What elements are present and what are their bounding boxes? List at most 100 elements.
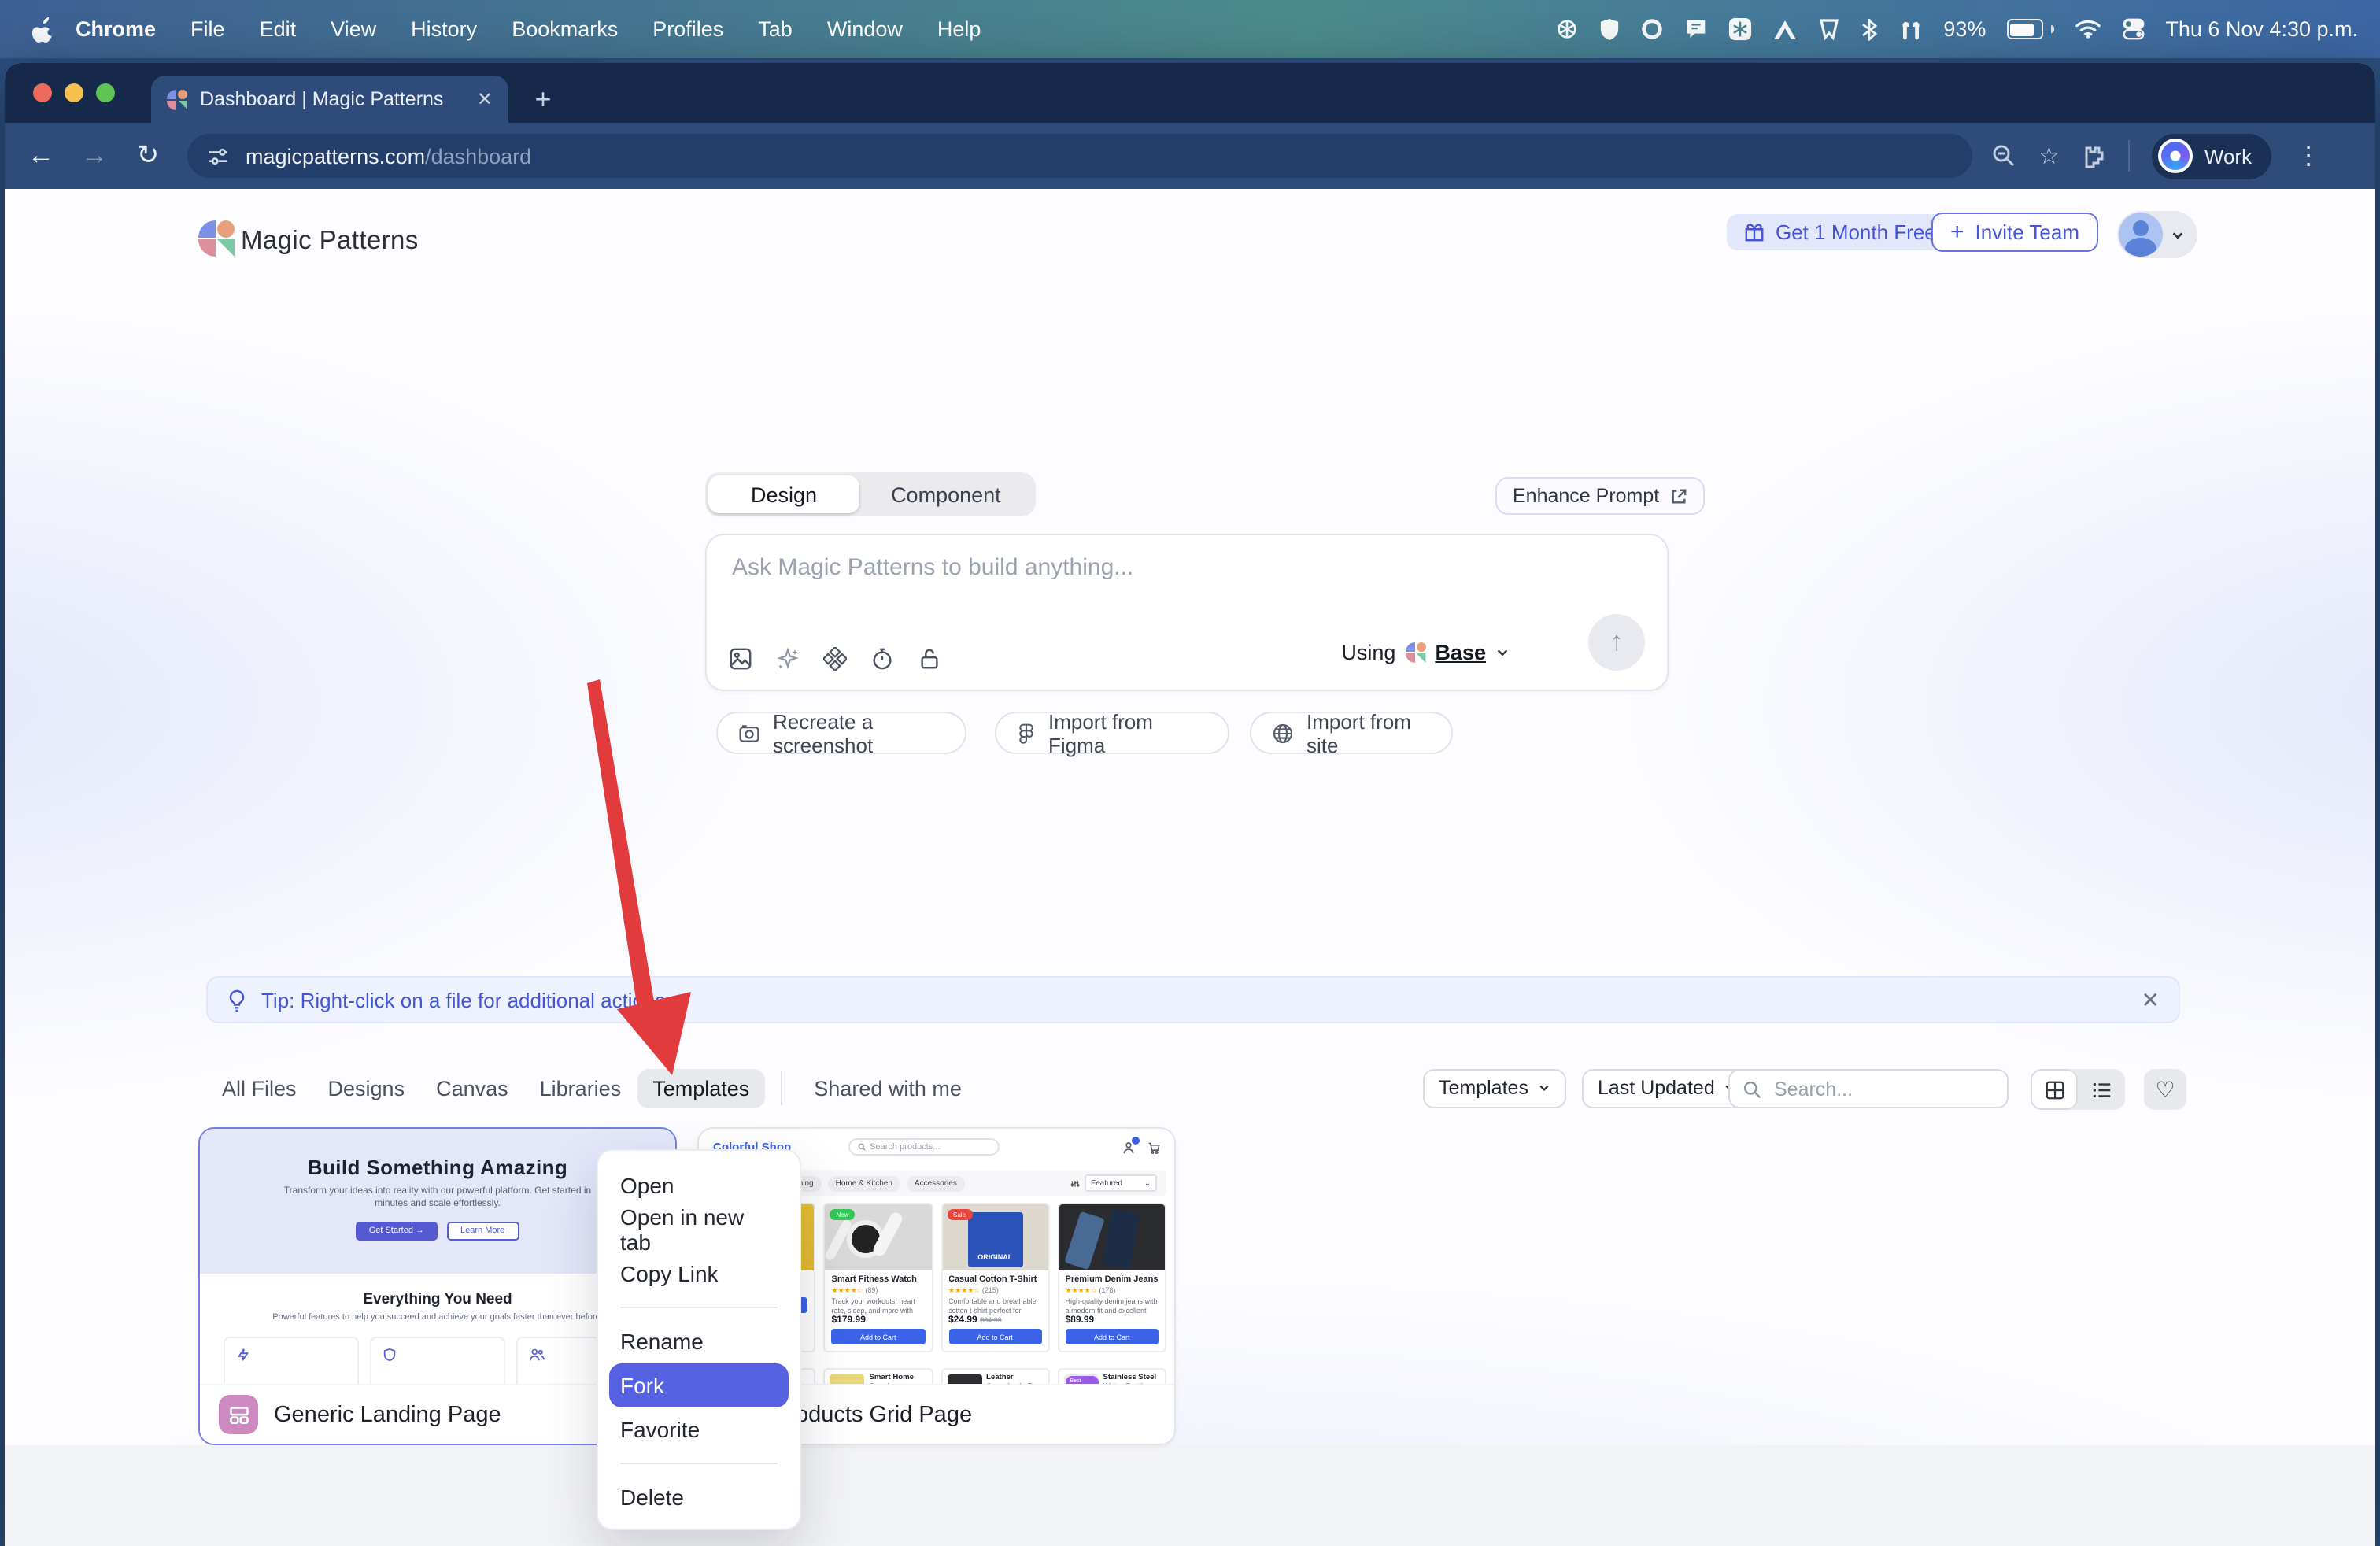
forward-button[interactable]: → xyxy=(68,140,121,172)
site-settings-icon[interactable] xyxy=(206,144,230,168)
type-filter-label: Templates xyxy=(1439,1077,1528,1099)
menu-help[interactable]: Help xyxy=(920,17,999,41)
bluetooth-icon[interactable] xyxy=(1860,17,1877,41)
battery-icon xyxy=(2006,19,2053,39)
zoom-window-button[interactable] xyxy=(96,83,115,102)
address-bar[interactable]: magicpatterns.com/dashboard xyxy=(187,134,1972,178)
file-context-menu: Open Open in new tab Copy Link Rename Fo… xyxy=(597,1149,801,1530)
thumb-feature-lightning xyxy=(224,1337,359,1387)
menu-tab[interactable]: Tab xyxy=(741,17,810,41)
tab-templates[interactable]: Templates xyxy=(637,1068,765,1108)
menu-window[interactable]: Window xyxy=(810,17,920,41)
wifi-icon[interactable] xyxy=(2074,19,2101,39)
tab-canvas[interactable]: Canvas xyxy=(420,1068,524,1108)
back-button[interactable]: ← xyxy=(14,140,68,172)
tab-favicon xyxy=(167,89,187,109)
shield-status-icon[interactable] xyxy=(1598,17,1619,41)
prompt-input[interactable] xyxy=(729,551,1428,636)
favorites-filter-button[interactable]: ♡ xyxy=(2144,1069,2186,1110)
invite-team-button[interactable]: + Invite Team xyxy=(1931,213,2098,252)
thumb-product: New Smart Fitness Watch ★★★★☆ (89) Track… xyxy=(824,1203,933,1352)
attach-image-icon[interactable] xyxy=(729,647,752,671)
new-tab-button[interactable]: + xyxy=(524,80,562,118)
timer-icon[interactable] xyxy=(870,647,894,671)
thumb-chip: Home & Kitchen xyxy=(828,1175,900,1191)
tab-design[interactable]: Design xyxy=(708,475,859,513)
chat-bubble-status-icon[interactable] xyxy=(1683,17,1707,41)
model-selector[interactable]: Base xyxy=(1435,641,1486,664)
tab-shared-with-me[interactable]: Shared with me xyxy=(798,1068,978,1108)
menu-profiles[interactable]: Profiles xyxy=(635,17,741,41)
account-menu[interactable] xyxy=(2117,211,2197,258)
chatgpt-status-icon[interactable] xyxy=(1554,17,1578,41)
magicpatterns-logo[interactable] xyxy=(198,220,235,257)
enhance-prompt-button[interactable]: Enhance Prompt xyxy=(1495,477,1705,515)
minimize-window-button[interactable] xyxy=(65,83,83,102)
vpn-status-icon[interactable] xyxy=(1772,18,1797,40)
tab-libraries[interactable]: Libraries xyxy=(524,1068,638,1108)
control-center-icon[interactable] xyxy=(2121,17,2145,41)
menu-bookmarks[interactable]: Bookmarks xyxy=(494,17,635,41)
menu-item-favorite[interactable]: Favorite xyxy=(598,1407,800,1452)
menu-item-open[interactable]: Open xyxy=(598,1163,800,1208)
grid-view-button[interactable] xyxy=(2031,1069,2078,1110)
bookmark-star-icon[interactable]: ☆ xyxy=(2038,142,2060,170)
apple-icon[interactable] xyxy=(31,16,55,43)
import-figma-button[interactable]: Import from Figma xyxy=(995,712,1229,754)
lightning-icon xyxy=(236,1348,250,1362)
get-month-free-button[interactable]: Get 1 Month Free xyxy=(1727,214,1953,250)
browser-toolbar: ← → ↻ magicpatterns.com/dashboard ☆ Work… xyxy=(5,123,2375,189)
ring-status-icon[interactable] xyxy=(1639,17,1663,41)
recreate-screenshot-button[interactable]: Recreate a screenshot xyxy=(716,712,966,754)
menu-item-open-new-tab[interactable]: Open in new tab xyxy=(598,1208,800,1252)
camera-icon xyxy=(738,722,760,744)
browser-menu-icon[interactable]: ⋮ xyxy=(2296,140,2321,172)
sort-dropdown[interactable]: Last Updated xyxy=(1582,1066,1753,1110)
chevron-down-icon[interactable] xyxy=(1495,645,1510,660)
type-filter-dropdown[interactable]: Templates xyxy=(1423,1066,1566,1110)
tab-all-files[interactable]: All Files xyxy=(206,1068,312,1108)
components-icon[interactable] xyxy=(823,647,847,671)
sparkles-icon[interactable] xyxy=(776,647,800,671)
snowflake-status-icon[interactable] xyxy=(1728,17,1751,41)
tab-strip: Dashboard | Magic Patterns ✕ + xyxy=(5,63,2375,123)
search-input[interactable] xyxy=(1771,1076,1966,1101)
users-icon xyxy=(529,1348,545,1362)
menu-item-rename[interactable]: Rename xyxy=(598,1319,800,1363)
menu-history[interactable]: History xyxy=(394,17,494,41)
browser-window: Dashboard | Magic Patterns ✕ + ← → ↻ mag… xyxy=(5,63,2375,1546)
filter-icon xyxy=(1070,1178,1080,1188)
profile-button[interactable]: Work xyxy=(2153,133,2271,179)
tab-component[interactable]: Component xyxy=(859,475,1033,513)
zoom-out-icon[interactable] xyxy=(1991,143,2016,168)
cart-icon xyxy=(1148,1141,1160,1153)
tab-designs[interactable]: Designs xyxy=(312,1068,421,1108)
tab-close-icon[interactable]: ✕ xyxy=(468,88,493,110)
extensions-icon[interactable] xyxy=(2082,143,2107,168)
close-window-button[interactable] xyxy=(33,83,52,102)
menu-divider xyxy=(620,1307,778,1308)
menu-item-delete[interactable]: Delete xyxy=(598,1475,800,1519)
menu-bar-clock[interactable]: Thu 6 Nov 4:30 p.m. xyxy=(2165,17,2358,41)
menu-edit[interactable]: Edit xyxy=(242,17,314,41)
app-badge-status-icon[interactable] xyxy=(1817,17,1839,41)
library-search[interactable] xyxy=(1728,1069,2009,1108)
send-prompt-button[interactable]: ↑ xyxy=(1588,614,1645,671)
get-month-free-label: Get 1 Month Free xyxy=(1776,220,1936,244)
menu-chrome[interactable]: Chrome xyxy=(55,17,173,41)
toolbar-divider xyxy=(2129,140,2131,172)
prompt-card: Using Base ↑ xyxy=(705,534,1669,691)
airpods-icon[interactable] xyxy=(1898,18,1923,40)
list-view-button[interactable] xyxy=(2078,1069,2125,1110)
thumb-feature-shield xyxy=(370,1337,505,1387)
browser-tab[interactable]: Dashboard | Magic Patterns ✕ xyxy=(151,76,508,123)
menu-file[interactable]: File xyxy=(173,17,242,41)
menu-view[interactable]: View xyxy=(313,17,394,41)
tip-close-icon[interactable]: ✕ xyxy=(2142,986,2160,1013)
menu-item-fork[interactable]: Fork xyxy=(609,1363,789,1407)
landing-template-icon xyxy=(219,1395,258,1434)
lock-open-icon[interactable] xyxy=(918,647,941,671)
reload-button[interactable]: ↻ xyxy=(121,140,175,172)
menu-item-copy-link[interactable]: Copy Link xyxy=(598,1252,800,1296)
import-site-button[interactable]: Import from site xyxy=(1250,712,1453,754)
